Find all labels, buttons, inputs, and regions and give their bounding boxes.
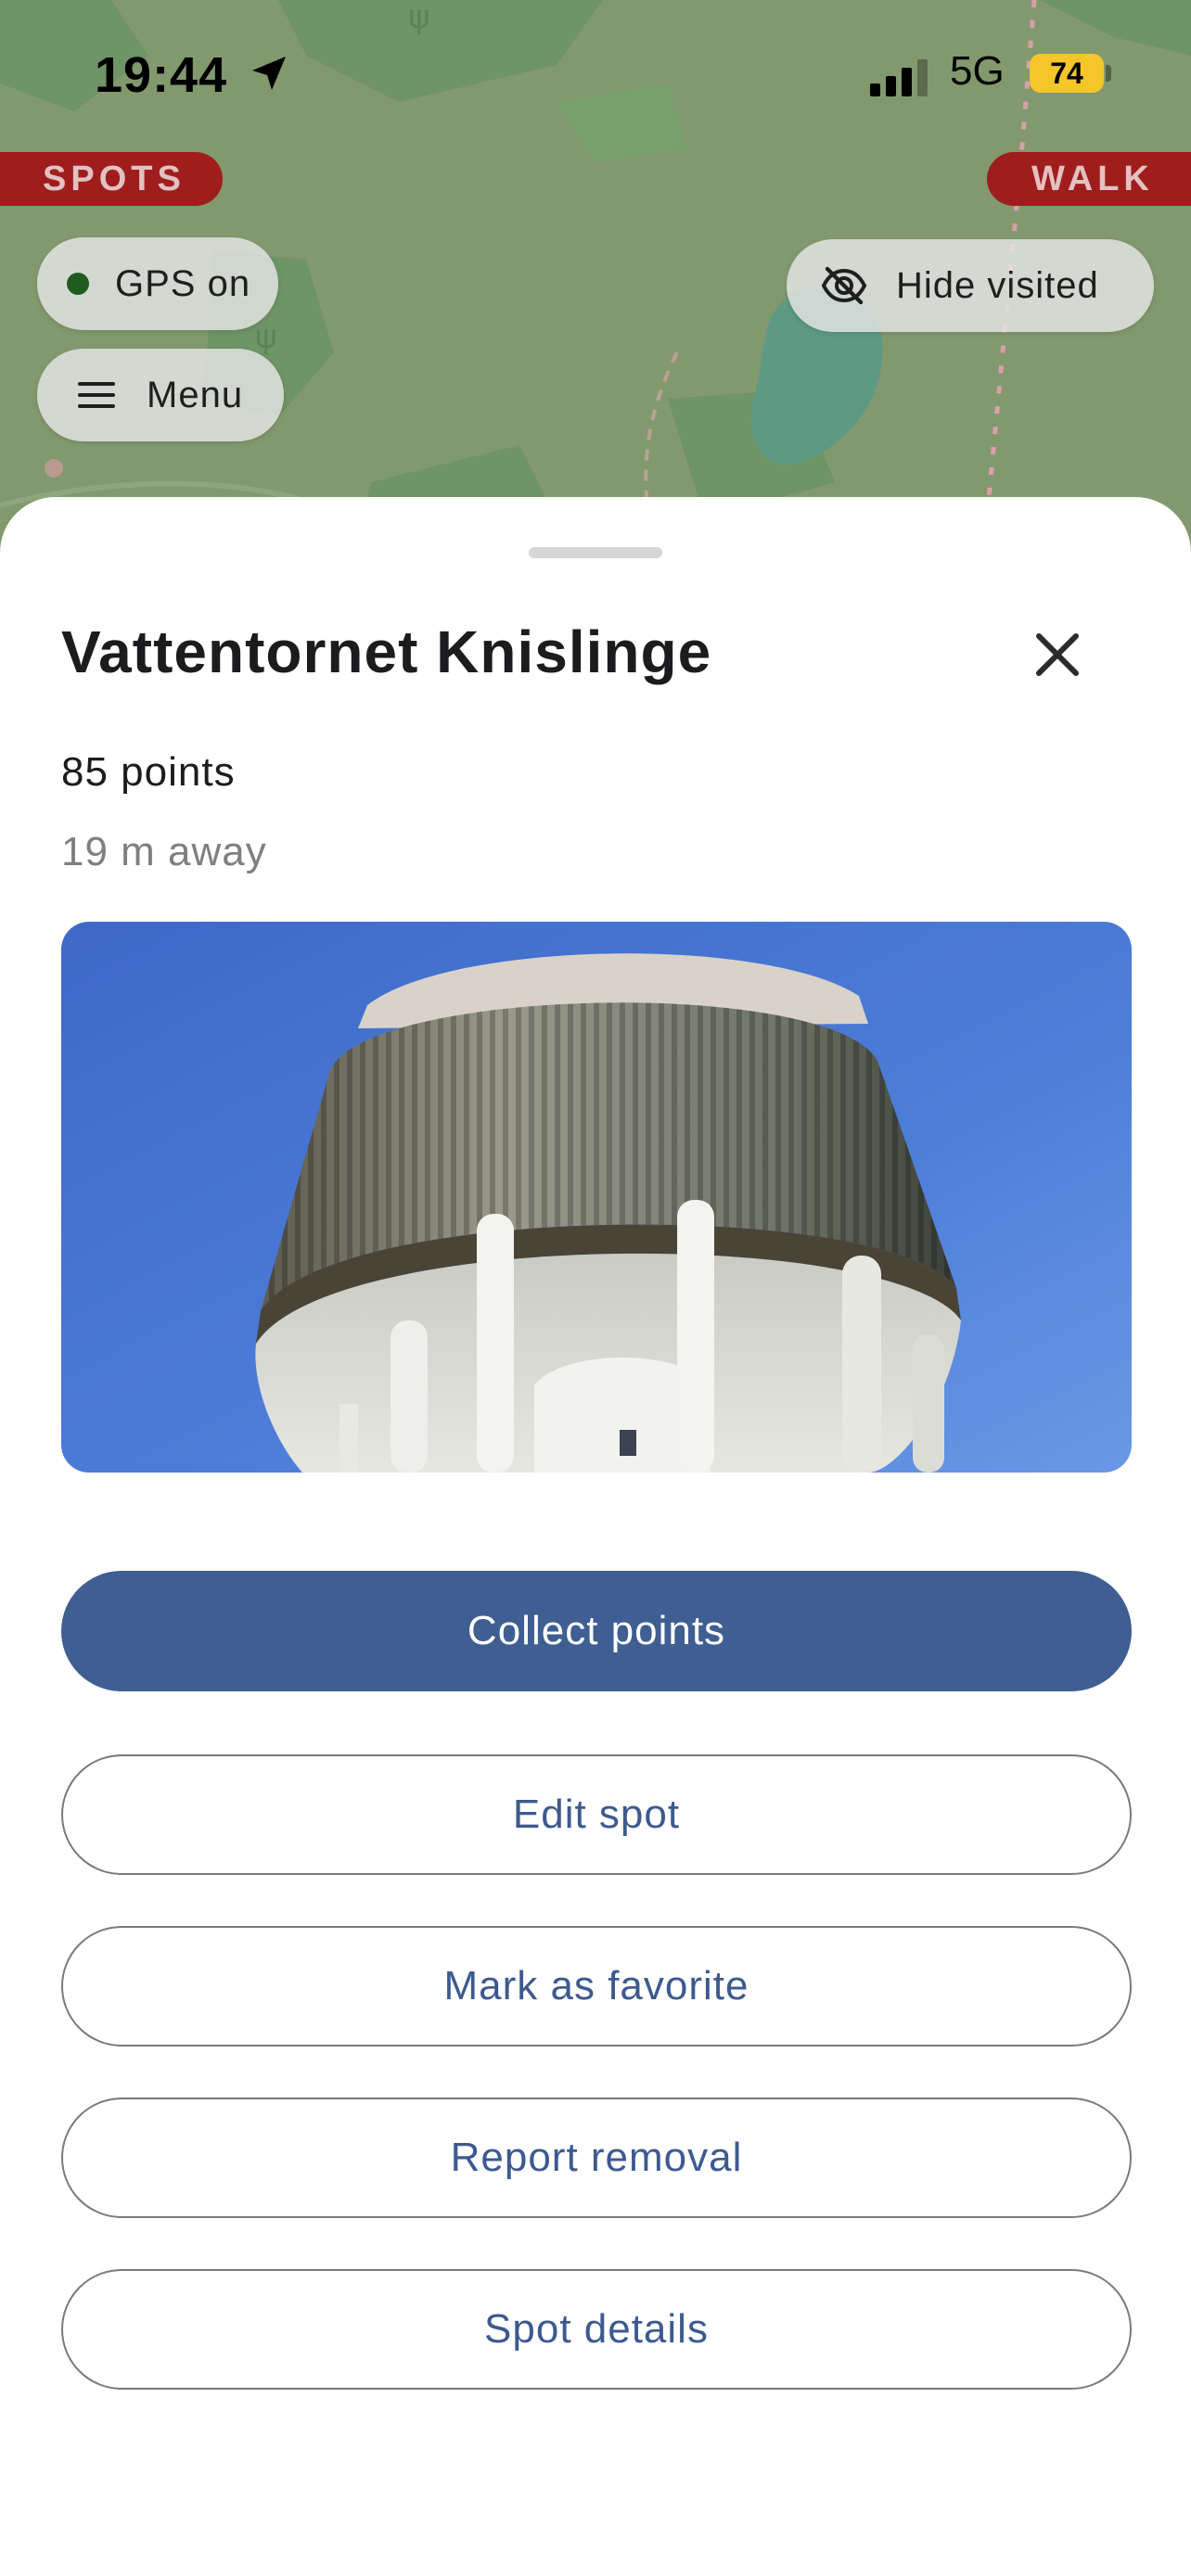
edit-spot-button[interactable]: Edit spot [61,1754,1132,1875]
spot-details-button[interactable]: Spot details [61,2269,1132,2390]
location-arrow-icon [252,57,286,90]
walk-tab[interactable]: WALK [987,152,1191,206]
spot-detail-sheet: Vattentornet Knislinge 85 points 19 m aw… [0,497,1191,2576]
eye-off-icon [821,266,867,305]
menu-button[interactable]: Menu [37,349,284,441]
collect-points-button[interactable]: Collect points [61,1571,1132,1691]
sheet-drag-handle[interactable] [529,547,662,558]
hamburger-icon [78,382,115,408]
walk-tab-label: WALK [1031,159,1154,198]
spots-tab[interactable]: SPOTS [0,152,223,206]
spot-photo [61,922,1132,1473]
menu-label: Menu [147,375,244,415]
battery-indicator: 74 [1030,54,1104,93]
gps-label: GPS on [115,263,251,304]
status-time: 19:44 [95,47,228,103]
spot-points: 85 points [61,749,236,795]
mark-favorite-button[interactable]: Mark as favorite [61,1926,1132,2047]
gps-status-dot [67,273,89,295]
report-removal-button[interactable]: Report removal [61,2098,1132,2218]
gps-toggle-button[interactable]: GPS on [37,237,278,330]
hide-visited-label: Hide visited [896,265,1099,306]
network-type: 5G [950,48,1005,94]
spots-tab-label: SPOTS [43,159,186,198]
close-icon[interactable] [1020,618,1095,692]
svg-text:ψ: ψ [255,318,277,356]
svg-text:ψ: ψ [408,0,430,36]
spot-title: Vattentornet Knislinge [61,618,712,685]
hide-visited-button[interactable]: Hide visited [787,239,1154,332]
signal-icon [870,59,928,96]
battery-level: 74 [1050,57,1083,90]
battery-cap [1106,65,1111,82]
spot-distance: 19 m away [61,829,267,874]
